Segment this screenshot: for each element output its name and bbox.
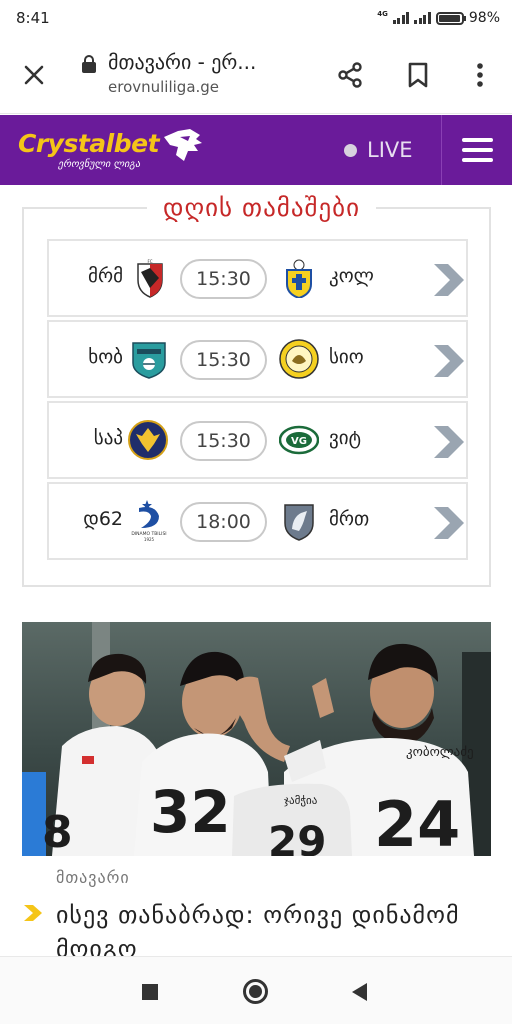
recents-button[interactable] [142, 984, 158, 1000]
svg-text:VG: VG [291, 436, 307, 447]
players-celebrating-image: 32 კობოლაძე 24 ჯამჭია 29 8 [22, 622, 491, 856]
crystalbet-logo[interactable]: Crystalbet ეროვნული ლიგა [18, 129, 202, 170]
match-row[interactable]: ხობ 15:30 სიო [47, 320, 468, 398]
live-button[interactable]: LIVE [344, 115, 413, 185]
bookmark-icon [408, 62, 428, 88]
jersey-name: კობოლაძე [406, 745, 474, 760]
todays-games-panel: დღის თამაშები მრმ FC 15:30 კოლ ხობ 15:30 [22, 193, 491, 587]
match-time: 15:30 [180, 421, 267, 461]
away-team: სიო [329, 346, 364, 368]
dinamo-tbilisi-logo-icon: DINAMO TBILISI 1925 [131, 500, 167, 542]
chevron-marker-icon [24, 905, 42, 921]
home-team: მრმ [88, 265, 123, 287]
match-time: 15:30 [180, 259, 267, 299]
match-row[interactable]: საპ 15:30 VG ვიტ [47, 401, 468, 479]
oval-green-logo-icon: VG [279, 425, 319, 455]
away-team: ვიტ [329, 427, 362, 449]
home-team: საპ [93, 427, 123, 449]
chevron-right-icon[interactable] [432, 343, 466, 379]
logo-sub-text: ეროვნული ლიგა [58, 159, 141, 170]
match-time: 15:30 [180, 340, 267, 380]
games-title: დღის თამაშები [147, 193, 377, 222]
jersey-name: ჯამჭია [284, 794, 318, 807]
status-bar: 8:41 4G 98% [0, 0, 512, 36]
menu-icon [461, 138, 493, 142]
jersey-number: 8 [42, 807, 73, 856]
article-photo[interactable]: 32 კობოლაძე 24 ჯამჭია 29 8 [22, 622, 491, 856]
jersey-number: 29 [268, 817, 326, 856]
close-tab-button[interactable] [12, 53, 56, 97]
home-team: ხობ [88, 346, 123, 368]
match-time: 18:00 [180, 502, 267, 542]
home-button[interactable] [243, 979, 268, 1004]
away-team: მრთ [329, 508, 370, 530]
status-time: 8:41 [16, 9, 50, 27]
share-icon [338, 62, 362, 88]
shield-red-black-logo-icon: FC [137, 259, 163, 298]
chevron-right-icon[interactable] [432, 424, 466, 460]
shield-yellow-blue-logo-icon [286, 259, 312, 298]
network-type: 4G [377, 10, 388, 18]
chevron-right-icon[interactable] [432, 505, 466, 541]
url-bar[interactable]: მთავარი - ერ... erovnuliliga.ge [80, 50, 312, 96]
home-team: დ62 [83, 508, 123, 530]
page-title: მთავარი - ერ... [108, 50, 257, 74]
browser-toolbar: მთავარი - ერ... erovnuliliga.ge [0, 36, 512, 114]
signal-icon [392, 12, 410, 24]
jersey-number: 24 [374, 788, 460, 856]
close-icon [24, 65, 44, 85]
system-nav-bar [0, 956, 512, 1024]
shield-grey-horse-logo-icon [284, 504, 314, 541]
site-header: Crystalbet ეროვნული ლიგა LIVE [0, 115, 512, 185]
live-dot-icon [344, 143, 357, 157]
bookmark-button[interactable] [396, 53, 440, 97]
svg-text:FC: FC [147, 259, 152, 264]
shield-teal-logo-icon [132, 342, 166, 379]
back-button[interactable] [352, 983, 367, 1001]
lion-head-icon [164, 129, 202, 161]
match-row[interactable]: დ62 DINAMO TBILISI 1925 18:00 მრთ [47, 482, 468, 560]
share-button[interactable] [328, 53, 372, 97]
jersey-number: 32 [150, 778, 231, 846]
url-domain: erovnuliliga.ge [108, 78, 220, 96]
article-category[interactable]: მთავარი [56, 868, 130, 887]
round-yellow-logo-icon [279, 339, 319, 379]
away-team: კოლ [329, 265, 374, 287]
round-blue-eagle-logo-icon [128, 420, 168, 460]
match-row[interactable]: მრმ FC 15:30 კოლ [47, 239, 468, 317]
battery-percent: 98% [468, 10, 500, 26]
more-options-button[interactable] [458, 53, 502, 97]
hamburger-menu-button[interactable] [441, 115, 512, 185]
logo-main-text: Crystalbet [18, 129, 160, 158]
live-label: LIVE [367, 138, 413, 162]
more-vert-icon [477, 63, 483, 87]
dinamo-logo-year: 1925 [144, 537, 155, 542]
chevron-right-icon[interactable] [432, 262, 466, 298]
battery-icon [435, 11, 466, 25]
signal-icon [414, 12, 431, 24]
status-icons: 4G 98% [377, 10, 500, 26]
lock-icon [82, 55, 96, 73]
